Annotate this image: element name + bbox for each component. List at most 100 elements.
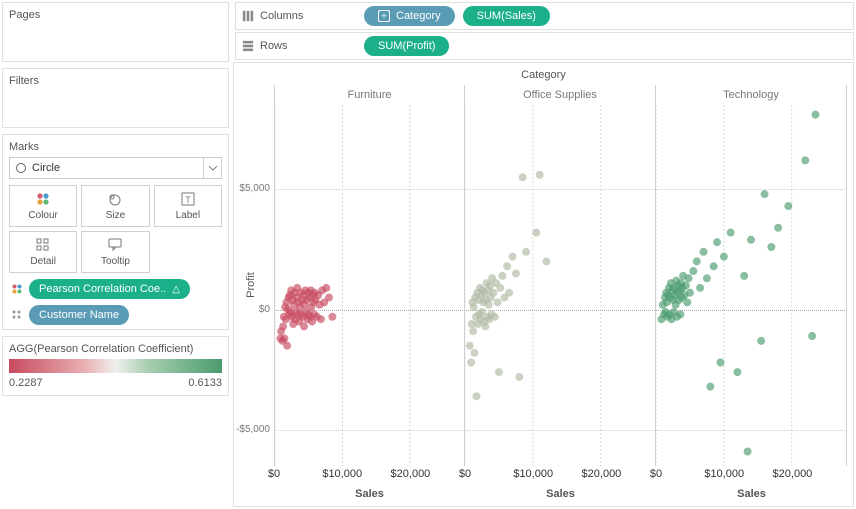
mark-type-dropdown[interactable]: Circle [9,157,222,179]
data-point[interactable] [727,229,735,237]
data-point[interactable] [279,322,287,330]
data-point[interactable] [328,313,336,321]
shelves-area: Columns +CategorySUM(Sales) Rows SUM(Pro… [233,0,856,60]
data-point[interactable] [710,262,718,270]
detail-pill[interactable]: Customer Name [29,305,129,325]
pages-shelf[interactable]: Pages [2,2,229,62]
data-point[interactable] [761,190,769,198]
x-axis-container: $0$10,000$20,000Sales$0$10,000$20,000Sal… [274,468,847,500]
data-point[interactable] [491,313,499,321]
data-point[interactable] [469,327,477,335]
legend-gradient [9,359,222,373]
data-point[interactable] [703,274,711,282]
data-point[interactable] [720,253,728,261]
columns-shelf[interactable]: Columns +CategorySUM(Sales) [235,2,854,30]
expand-icon: + [378,10,390,22]
label-button[interactable]: T Label [154,185,222,227]
data-point[interactable] [767,243,775,251]
data-point[interactable] [536,171,544,179]
data-point[interactable] [498,272,506,280]
data-point[interactable] [495,368,503,376]
data-point[interactable] [757,337,765,345]
data-point[interactable] [811,111,819,119]
data-point[interactable] [683,298,691,306]
colour-pill[interactable]: Pearson Correlation Coe.. △ [29,279,190,299]
data-point[interactable] [693,257,701,265]
data-point[interactable] [733,368,741,376]
data-point[interactable] [317,315,325,323]
data-point[interactable] [283,342,291,350]
marks-title: Marks [9,139,222,157]
data-point[interactable] [685,274,693,282]
data-point[interactable] [471,349,479,357]
data-point[interactable] [808,332,816,340]
x-tick-label: $10,000 [513,468,553,480]
data-point[interactable] [706,383,714,391]
data-point[interactable] [473,392,481,400]
data-point[interactable] [325,294,333,302]
data-point[interactable] [481,322,489,330]
data-point[interactable] [466,342,474,350]
detail-pill-label: Customer Name [39,309,119,321]
scatter-plot[interactable] [465,105,655,466]
size-button[interactable]: Size [81,185,149,227]
data-point[interactable] [490,289,498,297]
colour-button[interactable]: Colour [9,185,77,227]
data-point[interactable] [505,289,513,297]
shelf-pill[interactable]: SUM(Profit) [364,36,449,56]
data-point[interactable] [512,269,520,277]
x-tick-label: $0 [268,468,280,480]
data-point[interactable] [740,272,748,280]
mark-type-value: Circle [32,162,60,174]
data-point[interactable] [532,229,540,237]
filters-shelf[interactable]: Filters [2,68,229,128]
data-point[interactable] [716,359,724,367]
data-point[interactable] [696,284,704,292]
data-point[interactable] [467,359,475,367]
data-point[interactable] [280,334,288,342]
data-point[interactable] [700,248,708,256]
label-label: Label [176,210,200,221]
pill-label: SUM(Profit) [378,40,435,52]
shelf-pill[interactable]: + Category [364,6,455,26]
data-point[interactable] [744,448,752,456]
columns-icon [242,10,254,22]
data-point[interactable] [509,253,517,261]
data-point[interactable] [784,202,792,210]
facet-title: Furniture [275,85,464,105]
data-point[interactable] [322,284,330,292]
data-point[interactable] [494,298,502,306]
size-label: Size [106,210,125,221]
scatter-plot[interactable] [656,105,846,466]
data-point[interactable] [503,262,511,270]
tooltip-icon [107,237,123,253]
data-point[interactable] [801,156,809,164]
shelf-pill[interactable]: SUM(Sales) [463,6,550,26]
data-point[interactable] [682,282,690,290]
tooltip-button[interactable]: Tooltip [81,231,149,273]
data-point[interactable] [485,301,493,309]
rows-pill-container: SUM(Profit) [364,36,449,56]
legend-min: 0.2287 [9,377,43,389]
scatter-plot[interactable] [275,105,464,466]
data-point[interactable] [522,248,530,256]
data-point[interactable] [470,303,478,311]
label-icon: T [180,191,196,207]
data-point[interactable] [676,310,684,318]
data-point[interactable] [542,257,550,265]
data-point[interactable] [515,373,523,381]
pill-label: Category [396,10,441,22]
detail-button[interactable]: Detail [9,231,77,273]
data-point[interactable] [300,322,308,330]
chart-view[interactable]: Category Profit -$5,000$0$5,000 Furnitur… [233,62,854,507]
data-point[interactable] [519,173,527,181]
colour-legend[interactable]: AGG(Pearson Correlation Coefficient) 0.2… [2,336,229,396]
data-point[interactable] [496,284,504,292]
data-point[interactable] [689,267,697,275]
data-point[interactable] [747,236,755,244]
data-point[interactable] [713,238,721,246]
facet: Furniture [274,85,465,466]
data-point[interactable] [686,289,694,297]
data-point[interactable] [774,224,782,232]
rows-shelf[interactable]: Rows SUM(Profit) [235,32,854,60]
